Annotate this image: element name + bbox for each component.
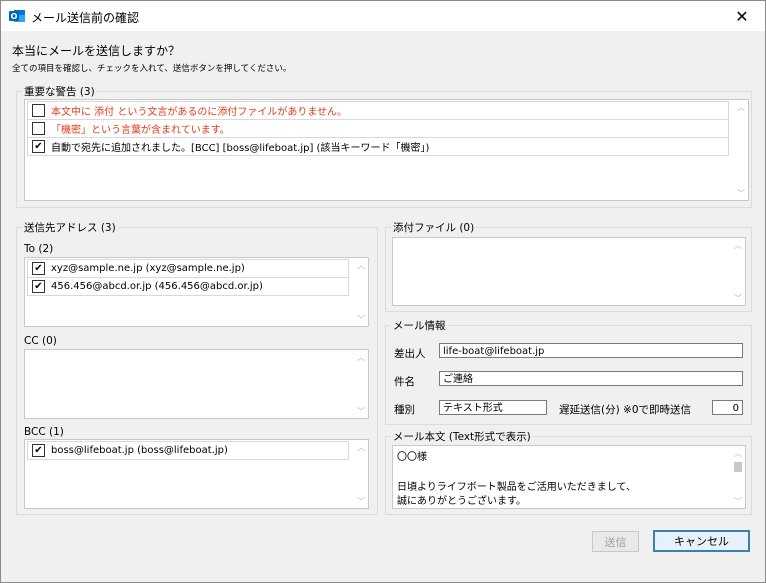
type-label: 種別 bbox=[394, 404, 415, 416]
recipient-checkbox[interactable]: ✔ bbox=[32, 280, 45, 293]
mail-info-legend: メール情報 bbox=[393, 320, 446, 332]
confirm-heading: 本当にメールを送信しますか？ bbox=[12, 44, 181, 58]
sender-label: 差出人 bbox=[394, 348, 426, 360]
scroll-up-icon[interactable]: ︿ bbox=[354, 440, 368, 454]
recipients-legend: 送信先アドレス (3) bbox=[24, 222, 116, 234]
scroll-down-icon[interactable]: ﹀ bbox=[354, 312, 368, 326]
warning-checkbox[interactable]: ✔ bbox=[32, 140, 45, 153]
sender-field[interactable]: life-boat@lifeboat.jp bbox=[439, 343, 743, 358]
warning-text: 本文中に 添付 という文言があるのに添付ファイルがありません。 bbox=[51, 107, 348, 118]
warnings-list[interactable]: 本文中に 添付 という文言があるのに添付ファイルがありません。 「機密」という言… bbox=[24, 99, 749, 201]
scroll-down-icon[interactable]: ﹀ bbox=[731, 494, 745, 508]
close-icon: ✕ bbox=[735, 6, 749, 26]
instruction-text: 全ての項目を確認し、チェックを入れて、送信ボタンを押してください。 bbox=[12, 64, 292, 74]
to-scrollbar[interactable]: ︿ ﹀ bbox=[354, 258, 368, 326]
scroll-thumb[interactable] bbox=[734, 462, 742, 472]
bcc-scrollbar[interactable]: ︿ ﹀ bbox=[354, 440, 368, 508]
cancel-button[interactable]: キャンセル bbox=[653, 530, 750, 552]
bcc-list[interactable]: ✔ boss@lifeboat.jp (boss@lifeboat.jp) ︿ … bbox=[24, 439, 369, 509]
warning-text: 「機密」という言葉が含まれています。 bbox=[51, 125, 230, 136]
to-recipient-item[interactable]: ✔ 456.456@abcd.or.jp (456.456@abcd.or.jp… bbox=[27, 277, 349, 296]
to-list[interactable]: ✔ xyz@sample.ne.jp (xyz@sample.ne.jp) ✔ … bbox=[24, 257, 369, 327]
subject-field[interactable]: ご連絡 bbox=[439, 371, 743, 386]
bcc-recipient-item[interactable]: ✔ boss@lifeboat.jp (boss@lifeboat.jp) bbox=[27, 441, 349, 460]
cc-list[interactable]: ︿ ﹀ bbox=[24, 349, 369, 419]
cc-scrollbar[interactable]: ︿ ﹀ bbox=[354, 350, 368, 418]
scroll-up-icon[interactable]: ︿ bbox=[354, 258, 368, 272]
bcc-label: BCC (1) bbox=[24, 426, 64, 438]
warning-text: 自動で宛先に追加されました。[BCC] [boss@lifeboat.jp] (… bbox=[51, 143, 430, 154]
body-scrollbar[interactable]: ︿ ﹀ bbox=[731, 446, 745, 508]
scroll-down-icon[interactable]: ﹀ bbox=[734, 186, 748, 200]
recipient-text: xyz@sample.ne.jp (xyz@sample.ne.jp) bbox=[51, 263, 245, 274]
scroll-up-icon[interactable]: ︿ bbox=[731, 446, 745, 460]
attachments-legend: 添付ファイル (0) bbox=[393, 222, 475, 234]
attachments-list[interactable]: ︿ ﹀ bbox=[392, 237, 746, 306]
type-field[interactable]: テキスト形式 bbox=[439, 400, 547, 415]
recipient-checkbox[interactable]: ✔ bbox=[32, 444, 45, 457]
warning-item[interactable]: 本文中に 添付 という文言があるのに添付ファイルがありません。 bbox=[27, 101, 729, 120]
body-line: 〇〇様 bbox=[397, 452, 427, 463]
scroll-down-icon[interactable]: ﹀ bbox=[354, 404, 368, 418]
scroll-down-icon[interactable]: ﹀ bbox=[354, 494, 368, 508]
warning-checkbox[interactable] bbox=[32, 104, 45, 117]
checkmark-icon: ✔ bbox=[34, 444, 43, 456]
checkmark-icon: ✔ bbox=[34, 262, 43, 274]
checkmark-icon: ✔ bbox=[34, 140, 43, 152]
scroll-up-icon[interactable]: ︿ bbox=[731, 238, 745, 252]
recipient-checkbox[interactable]: ✔ bbox=[32, 262, 45, 275]
body-line: 日頃よりライフボート製品をご活用いただきまして、 bbox=[397, 482, 636, 493]
dialog-window: O メール送信前の確認 ✕ 本当にメールを送信しますか？ 全ての項目を確認し、チ… bbox=[0, 0, 766, 583]
recipient-text: boss@lifeboat.jp (boss@lifeboat.jp) bbox=[51, 445, 228, 456]
scroll-up-icon[interactable]: ︿ bbox=[354, 350, 368, 364]
title-bar: O メール送信前の確認 ✕ bbox=[1, 1, 765, 31]
outlook-icon: O bbox=[9, 10, 25, 22]
scroll-up-icon[interactable]: ︿ bbox=[734, 100, 748, 114]
scroll-down-icon[interactable]: ﹀ bbox=[731, 291, 745, 305]
recipient-text: 456.456@abcd.or.jp (456.456@abcd.or.jp) bbox=[51, 281, 263, 292]
body-textarea[interactable]: 〇〇様 日頃よりライフボート製品をご活用いただきまして、 誠にありがとうございま… bbox=[392, 445, 746, 509]
warning-item[interactable]: ✔ 自動で宛先に追加されました。[BCC] [boss@lifeboat.jp]… bbox=[27, 137, 729, 156]
attachments-scrollbar[interactable]: ︿ ﹀ bbox=[731, 238, 745, 305]
cc-label: CC (0) bbox=[24, 335, 57, 347]
send-button[interactable]: 送信 bbox=[592, 531, 639, 552]
svg-text:O: O bbox=[11, 12, 18, 21]
body-legend: メール本文 (Text形式で表示) bbox=[393, 431, 531, 443]
warnings-legend: 重要な警告 (3) bbox=[24, 86, 95, 98]
to-recipient-item[interactable]: ✔ xyz@sample.ne.jp (xyz@sample.ne.jp) bbox=[27, 259, 349, 278]
warnings-scrollbar[interactable]: ︿ ﹀ bbox=[734, 100, 748, 200]
warning-item[interactable]: 「機密」という言葉が含まれています。 bbox=[27, 119, 729, 138]
checkmark-icon: ✔ bbox=[34, 280, 43, 292]
warning-checkbox[interactable] bbox=[32, 122, 45, 135]
window-title: メール送信前の確認 bbox=[31, 11, 140, 25]
delay-field[interactable]: 0 bbox=[712, 400, 743, 415]
subject-label: 件名 bbox=[394, 376, 415, 388]
delay-label: 遅延送信(分) ※0で即時送信 bbox=[559, 404, 692, 416]
to-label: To (2) bbox=[24, 243, 54, 255]
close-button[interactable]: ✕ bbox=[719, 1, 765, 31]
body-line: 誠にありがとうございます。 bbox=[397, 496, 526, 507]
